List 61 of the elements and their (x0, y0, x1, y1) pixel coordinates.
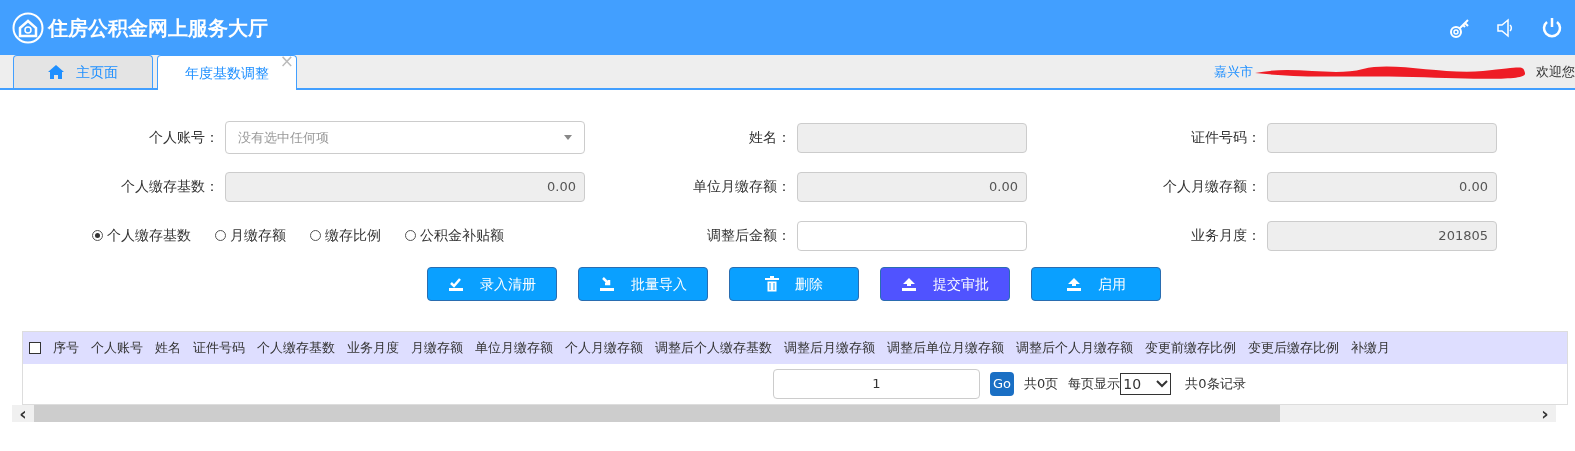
page-input[interactable]: 1 (773, 369, 980, 399)
readonly-field[interactable]: 201805 (1267, 220, 1497, 251)
column-header: 补缴月 (1350, 339, 1391, 358)
radio-option[interactable]: 缴存比例 (310, 225, 381, 246)
tab[interactable]: 年度基数调整 × (157, 55, 297, 90)
column-header: 序号 (52, 339, 80, 358)
field-label: 个人月缴存额： (1162, 177, 1262, 196)
column-header: 业务月度 (346, 339, 400, 358)
go-button[interactable]: Go (990, 372, 1015, 396)
column-header: 调整后单位月缴存额 (886, 339, 1005, 358)
total-pages: 共0页 (1024, 375, 1059, 394)
horizontal-scrollbar[interactable]: ‹ › (12, 405, 1556, 422)
scroll-left-arrow[interactable]: ‹ (12, 404, 34, 423)
field-label: 个人账号： (148, 128, 220, 147)
import-icon (599, 277, 615, 291)
welcome-text: 欢迎您 (1536, 62, 1575, 81)
select-all-checkbox[interactable] (29, 342, 41, 354)
column-header: 单位月缴存额 (474, 339, 554, 358)
readonly-field[interactable] (797, 122, 1027, 153)
readonly-field[interactable]: 0.00 (797, 171, 1027, 202)
home-icon (48, 65, 64, 79)
trash-icon (765, 276, 779, 292)
app-title: 住房公积金网上服务大厅 (48, 14, 268, 42)
radio-option[interactable]: 月缴存额 (215, 225, 286, 246)
column-header: 姓名 (154, 339, 182, 358)
field-label: 业务月度： (1190, 226, 1262, 245)
column-header: 证件号码 (192, 339, 246, 358)
upload-icon (901, 277, 917, 291)
column-header: 个人月缴存额 (564, 339, 644, 358)
check-icon (448, 277, 464, 291)
field-label: 调整后金额： (706, 226, 792, 245)
amount-input[interactable] (797, 220, 1027, 251)
house-logo-icon (12, 11, 44, 44)
readonly-field[interactable]: 0.00 (225, 171, 585, 202)
per-page-label: 每页显示 (1068, 375, 1121, 394)
column-header: 月缴存额 (410, 339, 464, 358)
key-icon[interactable] (1449, 16, 1471, 39)
column-header: 个人账号 (90, 339, 144, 358)
scroll-right-arrow[interactable]: › (1534, 404, 1556, 423)
scrollbar-thumb[interactable] (34, 405, 1280, 422)
column-header: 变更后缴存比例 (1247, 339, 1340, 358)
upload-icon (1066, 277, 1082, 291)
total-records: 共0条记录 (1185, 375, 1246, 394)
action-button[interactable]: 提交审批 (880, 267, 1010, 301)
field-label: 单位月缴存额： (692, 177, 792, 196)
chevron-down-icon (1156, 380, 1169, 388)
readonly-field[interactable]: 0.00 (1267, 171, 1497, 202)
radio-option[interactable]: 公积金补贴额 (405, 225, 504, 246)
column-header: 个人缴存基数 (256, 339, 336, 358)
column-header: 变更前缴存比例 (1144, 339, 1237, 358)
readonly-field[interactable] (1267, 122, 1497, 153)
field-label: 姓名： (748, 128, 792, 147)
radio-option[interactable]: 个人缴存基数 (92, 225, 191, 246)
caret-icon (564, 135, 572, 140)
field-label: 证件号码： (1190, 128, 1262, 147)
per-page-select[interactable]: 10 (1120, 373, 1172, 395)
field-label: 个人缴存基数： (120, 177, 220, 196)
column-header: 调整后个人缴存基数 (654, 339, 773, 358)
column-header: 调整后个人月缴存额 (1015, 339, 1134, 358)
column-header: 调整后月缴存额 (783, 339, 876, 358)
power-icon[interactable] (1541, 16, 1563, 39)
